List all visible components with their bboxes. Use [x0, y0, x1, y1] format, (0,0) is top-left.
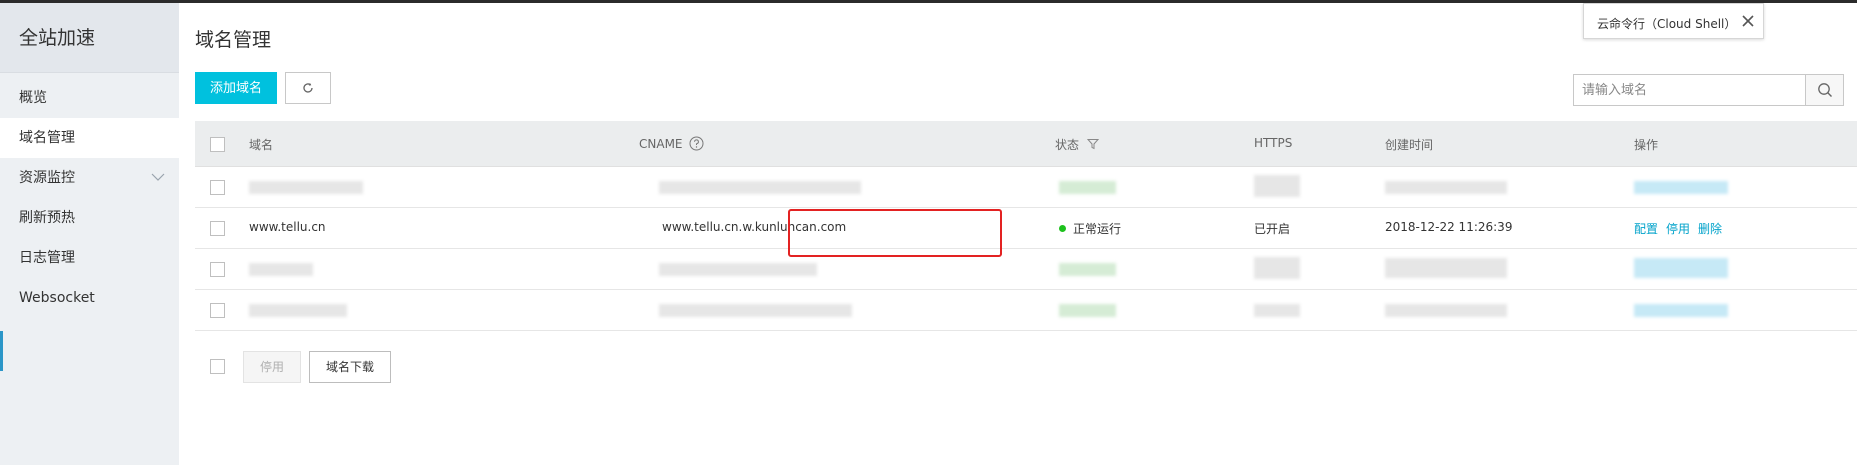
https-cell: 已开启	[1254, 222, 1291, 236]
redacted-status	[1059, 304, 1116, 317]
main-content: 域名管理 添加域名 域名 CNAME	[179, 3, 1857, 465]
domain-download-button[interactable]: 域名下载	[309, 351, 391, 383]
column-header-domain: 域名	[249, 138, 274, 152]
redacted-actions	[1634, 181, 1728, 194]
column-header-actions: 操作	[1634, 138, 1659, 152]
table-row	[195, 290, 1857, 331]
column-header-created: 创建时间	[1385, 138, 1434, 152]
sidebar-item-label: 域名管理	[19, 130, 75, 146]
help-icon[interactable]	[689, 136, 704, 151]
sidebar-edge-marker	[0, 331, 3, 371]
column-header-status-label: 状态	[1055, 138, 1080, 152]
created-cell: 2018-12-22 11:26:39	[1385, 220, 1513, 234]
status-cell: 正常运行	[1059, 220, 1121, 237]
filter-icon[interactable]	[1086, 138, 1099, 150]
redacted-actions	[1634, 304, 1728, 317]
sidebar-item-label: 概览	[19, 90, 47, 106]
sidebar-item-resource-monitoring[interactable]: 资源监控	[0, 158, 179, 198]
redacted-cname	[659, 304, 852, 317]
row-checkbox[interactable]	[210, 180, 225, 195]
redacted-domain	[249, 263, 313, 276]
table-header: 域名 CNAME 状态 HTTPS 创建时间 操作	[195, 121, 1857, 167]
sidebar-item-overview[interactable]: 概览	[0, 78, 179, 118]
redacted-domain	[249, 181, 363, 194]
table-row	[195, 167, 1857, 208]
sidebar-item-websocket[interactable]: Websocket	[0, 278, 179, 318]
domain-table: 域名 CNAME 状态 HTTPS 创建时间 操作 www.tellu.cn w…	[195, 121, 1857, 331]
table-row	[195, 249, 1857, 290]
refresh-button[interactable]	[285, 72, 331, 104]
redacted-created	[1385, 181, 1507, 194]
sidebar-item-label: 日志管理	[19, 250, 75, 266]
sidebar-item-label: Websocket	[19, 290, 95, 306]
redacted-status	[1059, 181, 1116, 194]
cloud-shell-label[interactable]: 云命令行（Cloud Shell）	[1597, 15, 1736, 32]
actions-cell: 配置 停用 删除	[1634, 220, 1730, 237]
column-header-cname: CNAME	[639, 136, 704, 151]
row-checkbox[interactable]	[210, 221, 225, 236]
redacted-https	[1254, 304, 1300, 317]
search-input[interactable]	[1574, 75, 1806, 105]
redacted-created	[1385, 258, 1507, 278]
redacted-domain	[249, 304, 347, 317]
cname-cell: www.tellu.cn.w.kunluncan.com	[662, 220, 847, 234]
chevron-down-icon	[151, 173, 165, 181]
page-title: 域名管理	[195, 29, 272, 51]
table-row: www.tellu.cn www.tellu.cn.w.kunluncan.co…	[195, 208, 1857, 249]
domain-cell: www.tellu.cn	[249, 220, 326, 234]
close-icon[interactable]	[1741, 14, 1755, 28]
disable-link[interactable]: 停用	[1666, 222, 1690, 236]
status-ok-dot-icon	[1059, 225, 1066, 232]
column-header-https: HTTPS	[1254, 136, 1293, 150]
delete-link[interactable]: 删除	[1698, 222, 1722, 236]
row-checkbox[interactable]	[210, 262, 225, 277]
cloud-shell-tooltip: 云命令行（Cloud Shell）	[1583, 3, 1764, 39]
search-button[interactable]	[1805, 75, 1843, 105]
configure-link[interactable]: 配置	[1634, 222, 1658, 236]
redacted-cname	[659, 181, 861, 194]
redacted-cname	[659, 263, 817, 276]
status-label: 正常运行	[1073, 222, 1122, 236]
refresh-icon	[303, 83, 313, 93]
batch-disable-button[interactable]: 停用	[243, 351, 301, 383]
sidebar-item-domain-management[interactable]: 域名管理	[0, 118, 179, 158]
column-header-cname-label: CNAME	[639, 137, 683, 151]
search-box	[1573, 74, 1844, 106]
search-icon	[1817, 83, 1832, 97]
sidebar-title: 全站加速	[0, 3, 179, 73]
sidebar: 全站加速 概览 域名管理 资源监控 刷新预热 日志管理 Websocket	[0, 3, 179, 465]
redacted-https	[1254, 257, 1300, 279]
row-checkbox[interactable]	[210, 303, 225, 318]
redacted-created	[1385, 304, 1507, 317]
sidebar-item-label: 刷新预热	[19, 210, 75, 226]
redacted-actions	[1634, 258, 1728, 278]
redacted-https	[1254, 175, 1300, 197]
add-domain-button[interactable]: 添加域名	[195, 72, 277, 104]
sidebar-item-label: 资源监控	[19, 170, 75, 186]
sidebar-item-log-management[interactable]: 日志管理	[0, 238, 179, 278]
column-header-status: 状态	[1055, 136, 1099, 153]
footer-select-all-checkbox[interactable]	[210, 359, 225, 374]
sidebar-item-refresh-preload[interactable]: 刷新预热	[0, 198, 179, 238]
select-all-checkbox[interactable]	[210, 137, 225, 152]
redacted-status	[1059, 263, 1116, 276]
